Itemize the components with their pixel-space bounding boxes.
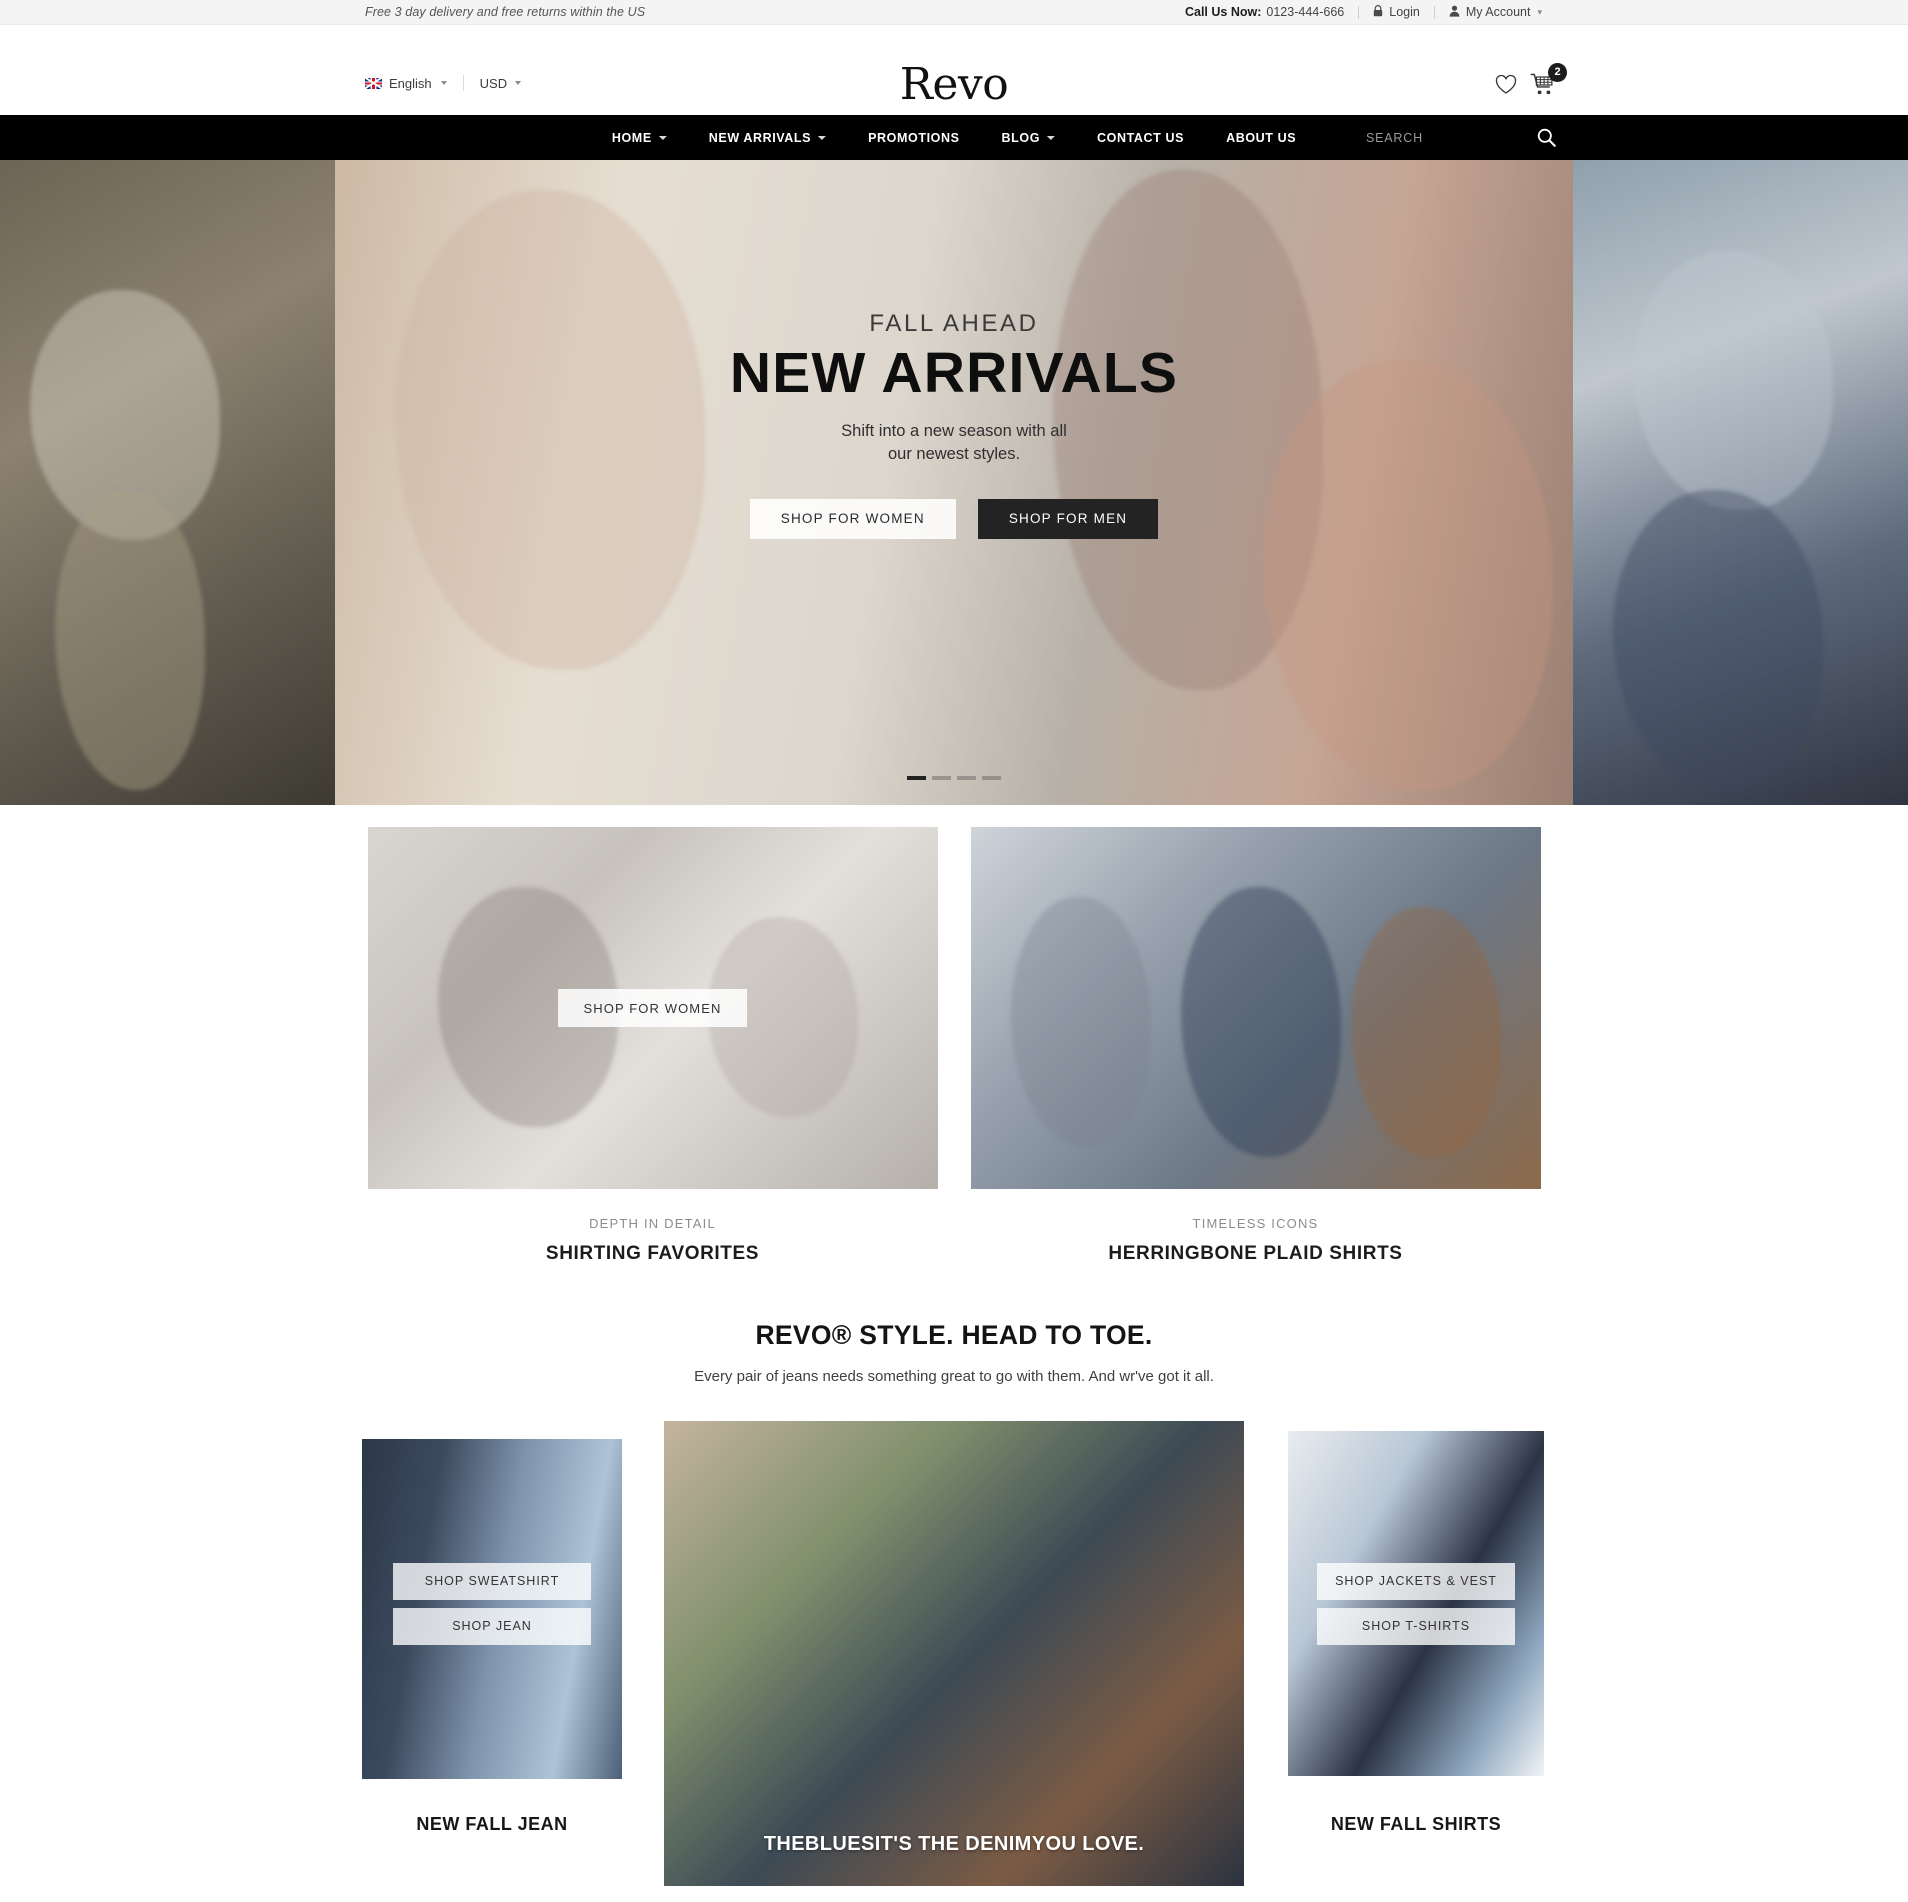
hero-buttons: SHOP FOR WOMEN SHOP FOR MEN [335, 498, 1573, 539]
call-us-label: Call Us Now: [1184, 5, 1262, 19]
header-actions: 2 [1495, 63, 1567, 101]
heart-icon[interactable] [1495, 74, 1517, 100]
shirts-buttons: SHOP JACKETS & VEST SHOP T-SHIRTS [1276, 1562, 1556, 1645]
locale-selectors: English USD [365, 75, 522, 91]
denim-caption: THEBLUESIT'S THE DENIMYOU LOVE. [763, 1833, 1145, 1855]
site-header: English USD Revo 2 [0, 25, 1908, 115]
cart-button[interactable]: 2 [1530, 63, 1567, 101]
chevron-down-icon: ▾ [1537, 6, 1542, 17]
nav-item-blog[interactable]: BLOG [981, 115, 1077, 160]
login-label: Login [1389, 5, 1420, 19]
login-link[interactable]: Login [1359, 4, 1434, 20]
my-account-label: My Account [1465, 5, 1531, 19]
site-logo[interactable]: Revo [900, 63, 1009, 107]
language-selector[interactable]: English [365, 76, 463, 91]
promo-card-women: SHOP FOR WOMEN DEPTH IN DETAIL SHIRTING … [367, 827, 938, 1265]
nav-item-promotions[interactable]: PROMOTIONS [847, 115, 980, 160]
carousel-dot-4[interactable] [982, 776, 1001, 780]
hero-subtitle-line2: our newest styles. [887, 445, 1021, 464]
new-fall-jean-label: NEW FALL JEAN [416, 1814, 568, 1834]
chevron-down-icon [515, 81, 522, 85]
shop-for-men-button[interactable]: SHOP FOR MEN [977, 498, 1159, 539]
hero-subtitle: Shift into a new season with all our new… [335, 420, 1573, 467]
hero-title: NEW ARRIVALS [729, 341, 1179, 405]
search-button[interactable] [1537, 128, 1556, 147]
new-fall-shirts-label: NEW FALL SHIRTS [1330, 1814, 1502, 1834]
shop-tshirts-button[interactable]: SHOP T-SHIRTS [1317, 1607, 1515, 1645]
style-section: REVO® STYLE. HEAD TO TOE. Every pair of … [0, 1320, 1908, 1385]
currency-selector[interactable]: USD [464, 75, 522, 91]
cart-count-badge: 2 [1548, 63, 1567, 82]
nav-label: BLOG [1001, 130, 1041, 145]
jeans-buttons: SHOP SWEATSHIRT SHOP JEAN [352, 1562, 632, 1645]
promo-image-men[interactable] [970, 827, 1541, 1189]
chevron-down-icon [440, 81, 447, 85]
nav-item-new-arrivals[interactable]: NEW ARRIVALS [688, 115, 847, 160]
search-icon [1537, 128, 1556, 147]
hero-side-image-left[interactable] [0, 160, 335, 805]
search-area [1364, 128, 1556, 147]
nav-label: ABOUT US [1226, 130, 1297, 145]
promo-kicker-women: DEPTH IN DETAIL [589, 1216, 716, 1231]
currency-label: USD [479, 75, 508, 91]
chevron-down-icon [1047, 135, 1056, 140]
nav-item-list: HOME NEW ARRIVALS PROMOTIONS BLOG CONTAC… [591, 115, 1317, 160]
call-us-block: Call Us Now: 0123-444-666 [1185, 5, 1358, 19]
promo-image-women[interactable]: SHOP FOR WOMEN [367, 827, 938, 1189]
promo-title-men: HERRINGBONE PLAID SHIRTS [1108, 1243, 1403, 1264]
triptych-left: SHOP SWEATSHIRT SHOP JEAN NEW FALL JEAN [352, 1421, 632, 1835]
promo-card-men: TIMELESS ICONS HERRINGBONE PLAID SHIRTS [970, 827, 1541, 1265]
shop-jackets-vest-button[interactable]: SHOP JACKETS & VEST [1317, 1562, 1515, 1600]
search-input[interactable] [1364, 129, 1504, 146]
carousel-dots [335, 776, 1573, 780]
announcement-bar: Free 3 day delivery and free returns wit… [0, 0, 1908, 25]
product-triptych: SHOP SWEATSHIRT SHOP JEAN NEW FALL JEAN … [0, 1421, 1908, 1886]
hero-carousel: FALL AHEAD NEW ARRIVALS Shift into a new… [0, 160, 1908, 805]
delivery-promo-text: Free 3 day delivery and free returns wit… [365, 5, 646, 19]
hero-slide: FALL AHEAD NEW ARRIVALS Shift into a new… [335, 160, 1573, 805]
jeans-image[interactable]: SHOP SWEATSHIRT SHOP JEAN [352, 1421, 632, 1786]
carousel-dot-1[interactable] [907, 776, 926, 780]
shop-sweatshirt-button[interactable]: SHOP SWEATSHIRT [393, 1562, 591, 1600]
hero-subtitle-line1: Shift into a new season with all [841, 421, 1067, 440]
nav-label: HOME [611, 130, 652, 145]
nav-item-home[interactable]: HOME [591, 115, 688, 160]
shop-for-women-button[interactable]: SHOP FOR WOMEN [749, 498, 956, 539]
triptych-right: SHOP JACKETS & VEST SHOP T-SHIRTS NEW FA… [1276, 1421, 1556, 1835]
promo-title-women: SHIRTING FAVORITES [545, 1243, 760, 1264]
nav-item-contact-us[interactable]: CONTACT US [1076, 115, 1205, 160]
user-icon [1449, 5, 1460, 20]
uk-flag-icon [365, 77, 382, 89]
promo-cards: SHOP FOR WOMEN DEPTH IN DETAIL SHIRTING … [0, 805, 1908, 1265]
chevron-down-icon [658, 135, 667, 140]
hero-kicker: FALL AHEAD [869, 310, 1039, 337]
triptych-center: THEBLUESIT'S THE DENIMYOU LOVE. [664, 1421, 1244, 1886]
carousel-dot-2[interactable] [932, 776, 951, 780]
main-navigation: HOME NEW ARRIVALS PROMOTIONS BLOG CONTAC… [0, 115, 1908, 160]
chevron-down-icon [818, 135, 827, 140]
topbar-right-group: Call Us Now: 0123-444-666 Login My Accou… [1185, 4, 1556, 20]
nav-label: CONTACT US [1097, 130, 1185, 145]
nav-item-about-us[interactable]: ABOUT US [1205, 115, 1317, 160]
phone-number[interactable]: 0123-444-666 [1266, 5, 1344, 19]
lock-icon [1373, 4, 1383, 20]
nav-label: PROMOTIONS [868, 130, 960, 145]
hero-side-image-right[interactable] [1573, 160, 1908, 805]
style-section-title: REVO® STYLE. HEAD TO TOE. [755, 1320, 1153, 1350]
promo-kicker-men: TIMELESS ICONS [1192, 1216, 1319, 1231]
nav-label: NEW ARRIVALS [708, 130, 812, 145]
shop-for-women-promo-button[interactable]: SHOP FOR WOMEN [557, 989, 748, 1027]
shop-jean-button[interactable]: SHOP JEAN [393, 1607, 591, 1645]
hero-text-block: FALL AHEAD NEW ARRIVALS Shift into a new… [335, 310, 1573, 539]
style-section-subtitle: Every pair of jeans needs something grea… [694, 1368, 1214, 1385]
carousel-dot-3[interactable] [957, 776, 976, 780]
my-account-menu[interactable]: My Account ▾ [1435, 5, 1556, 20]
language-label: English [389, 75, 432, 91]
shirts-image[interactable]: SHOP JACKETS & VEST SHOP T-SHIRTS [1276, 1421, 1556, 1786]
denim-feature-image[interactable]: THEBLUESIT'S THE DENIMYOU LOVE. [664, 1421, 1244, 1886]
